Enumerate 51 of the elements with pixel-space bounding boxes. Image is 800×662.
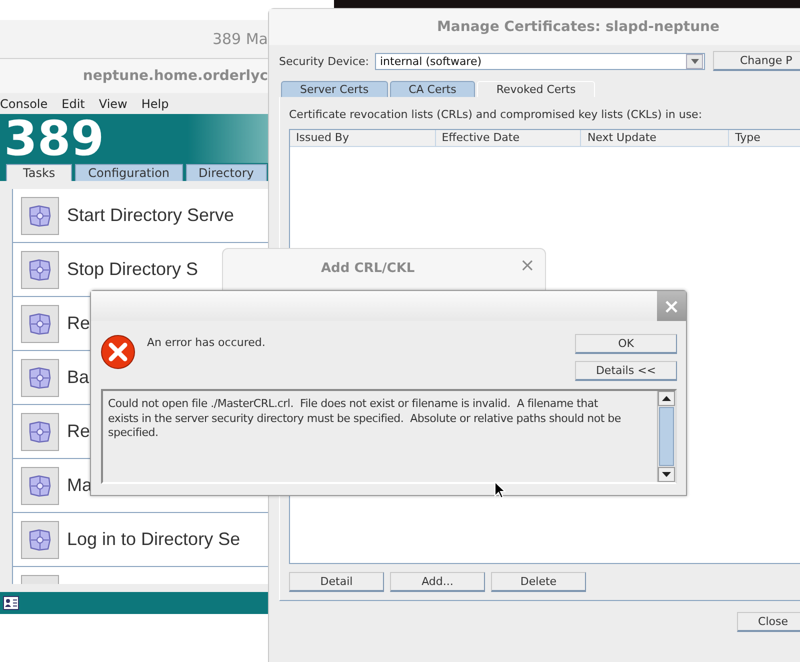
- logo-text: 389: [4, 114, 104, 162]
- action-button[interactable]: Add...: [390, 572, 485, 592]
- puzzle-icon[interactable]: [21, 196, 59, 234]
- tab[interactable]: Tasks: [6, 164, 72, 181]
- menu-item[interactable]: Console: [0, 96, 48, 110]
- error-message: An error has occured.: [147, 336, 266, 349]
- puzzle-icon[interactable]: [21, 520, 59, 558]
- task-label[interactable]: Stop Directory S: [67, 259, 198, 280]
- task-label[interactable]: Start Directory Serve: [67, 205, 234, 226]
- column-header[interactable]: Issued By: [290, 130, 436, 146]
- tab[interactable]: Server Certs: [281, 81, 388, 97]
- scroll-down-icon[interactable]: [662, 472, 671, 477]
- action-button[interactable]: Delete: [491, 572, 586, 592]
- puzzle-icon[interactable]: [21, 466, 59, 504]
- window-title: Manage Certificates: slapd-neptune: [437, 19, 720, 35]
- dialog-title: Add CRL/CKL: [321, 261, 415, 276]
- puzzle-icon[interactable]: [21, 250, 59, 288]
- close-button[interactable]: Close: [737, 612, 800, 632]
- id-card-icon: [3, 596, 19, 610]
- column-header[interactable]: Next Update: [581, 130, 730, 146]
- window-subtitle: neptune.home.orderlyc: [82, 68, 268, 84]
- task-label[interactable]: Re: [67, 421, 90, 442]
- column-header[interactable]: Effective Date: [436, 130, 582, 146]
- window-title: 389 Ma: [212, 30, 268, 48]
- puzzle-icon[interactable]: [21, 304, 59, 342]
- description-text: Certificate revocation lists (CRLs) and compromised key lists (CKLs) in use:: [289, 108, 704, 121]
- details-button[interactable]: Details <<: [575, 361, 677, 381]
- tab[interactable]: Revoked Certs: [477, 81, 595, 97]
- tab[interactable]: Directory: [186, 164, 267, 181]
- device-dropdown[interactable]: internal (software): [375, 52, 705, 70]
- dropdown-arrow-icon: [690, 58, 698, 64]
- menu-item[interactable]: Edit: [62, 96, 85, 110]
- task-label[interactable]: Log in to Directory Se: [67, 529, 240, 550]
- change-button[interactable]: Change P: [713, 51, 800, 71]
- puzzle-icon[interactable]: [21, 358, 59, 396]
- task-label[interactable]: Ba: [67, 367, 90, 388]
- mouse-cursor-icon: [494, 481, 506, 499]
- action-button[interactable]: Detail: [289, 572, 384, 592]
- tab[interactable]: Configuration: [75, 164, 183, 181]
- tab[interactable]: CA Certs: [390, 81, 476, 97]
- puzzle-icon[interactable]: [21, 412, 59, 450]
- ok-button[interactable]: OK: [575, 334, 677, 354]
- scrollbar[interactable]: [657, 391, 675, 482]
- column-header[interactable]: Type: [729, 130, 800, 146]
- scroll-up-icon[interactable]: [662, 396, 671, 401]
- menu-item[interactable]: View: [98, 96, 128, 110]
- device-label: Security Device:: [279, 54, 369, 68]
- task-label[interactable]: Re: [67, 313, 90, 334]
- error-icon: [100, 334, 136, 370]
- menu-item[interactable]: Help: [141, 96, 169, 110]
- details-text: Could not open file ./MasterCRL.crl. File does not exist or filename is invalid. A filename that exists in the server security directory must be specified. Absolute or relative paths should not be specified.: [107, 396, 622, 441]
